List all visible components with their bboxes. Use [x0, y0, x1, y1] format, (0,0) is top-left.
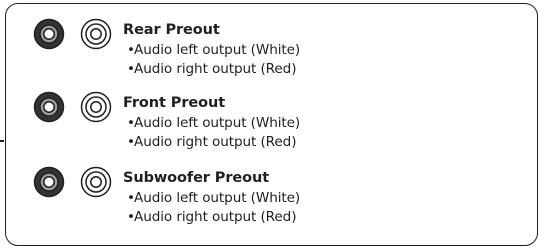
item-text: Audio left output (White): [134, 115, 301, 131]
bullet: •: [127, 115, 135, 131]
rca-jack-light-icon: [80, 91, 112, 123]
bullet: •: [127, 209, 135, 225]
group-title: Subwoofer Preout: [123, 170, 270, 186]
bullet: •: [127, 190, 135, 206]
list-item: •Audio left output (White): [127, 42, 300, 58]
item-text: Audio right output (Red): [134, 209, 297, 225]
connector-line: [0, 140, 4, 142]
list-item: •Audio right output (Red): [127, 134, 297, 150]
list-item: •Audio right output (Red): [127, 209, 297, 225]
list-item: •Audio left output (White): [127, 190, 300, 206]
list-item: •Audio left output (White): [127, 115, 300, 131]
rca-jack-light-icon: [80, 166, 112, 198]
bullet: •: [127, 42, 135, 58]
item-text: Audio right output (Red): [134, 134, 297, 150]
item-text: Audio left output (White): [134, 42, 301, 58]
group-title: Front Preout: [123, 95, 226, 111]
rca-jack-dark-icon: [33, 166, 65, 198]
rca-jack-dark-icon: [33, 91, 65, 123]
rca-jack-light-icon: [80, 18, 112, 50]
bullet: •: [127, 61, 135, 77]
bullet: •: [127, 134, 135, 150]
rca-jack-dark-icon: [33, 18, 65, 50]
group-title: Rear Preout: [123, 22, 220, 38]
item-text: Audio left output (White): [134, 190, 301, 206]
item-text: Audio right output (Red): [134, 61, 297, 77]
list-item: •Audio right output (Red): [127, 61, 297, 77]
